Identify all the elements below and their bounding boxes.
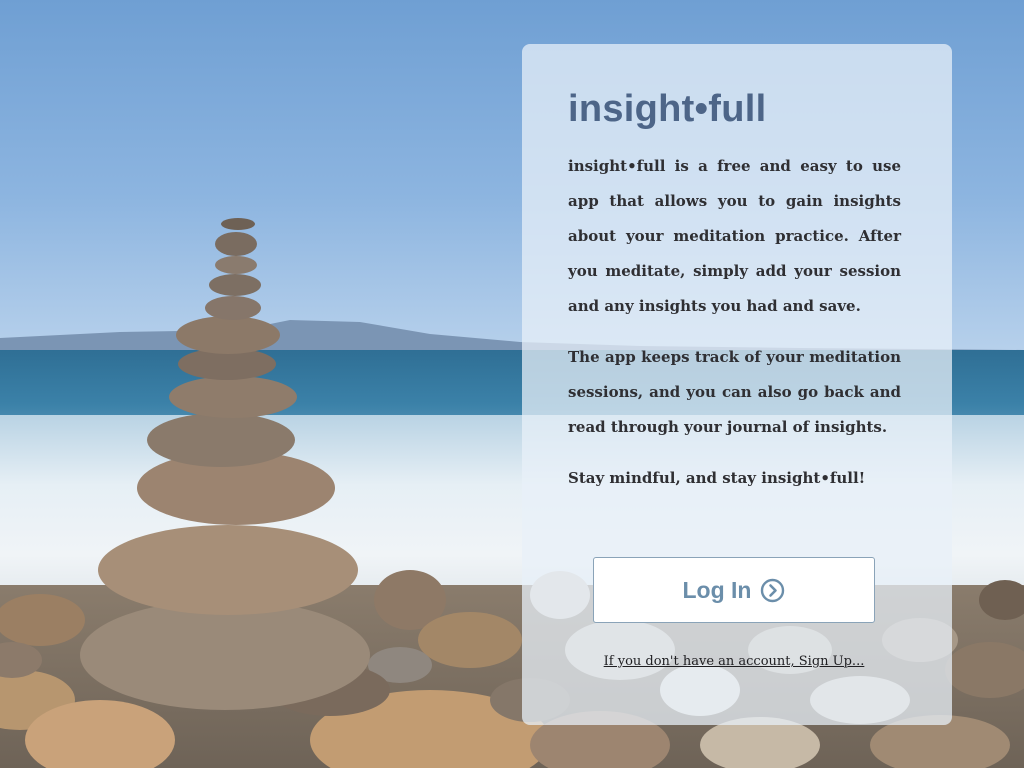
intro-paragraph: The app keeps track of your meditation s… (568, 348, 901, 436)
login-button[interactable]: Log In (593, 557, 875, 623)
login-button-label: Log In (682, 576, 752, 603)
intro-text: insight•full is a free and easy to use a… (568, 149, 901, 496)
intro-paragraph: insight•full is a free and easy to use a… (568, 157, 901, 315)
app-title: insight•full (568, 88, 767, 130)
intro-card: insight•full insight•full is a free and … (522, 44, 952, 725)
signup-link[interactable]: If you don't have an account, Sign Up... (522, 654, 946, 669)
chevron-right-circle-icon (760, 578, 785, 603)
tagline: Stay mindful, and stay insight•full! (568, 469, 866, 487)
